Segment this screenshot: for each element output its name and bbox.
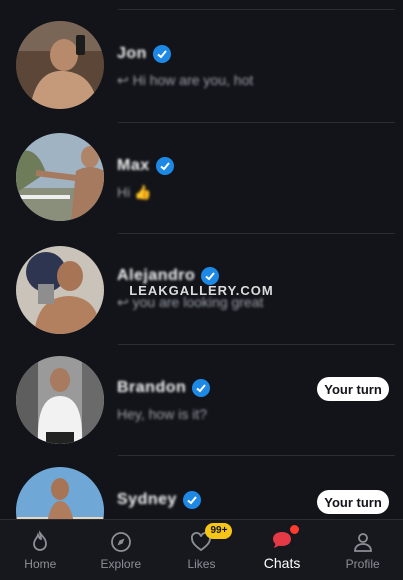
notification-dot <box>290 525 300 534</box>
avatar-photo <box>16 21 104 109</box>
compass-icon <box>110 532 131 552</box>
avatar-photo <box>16 467 104 520</box>
tab-profile[interactable]: Profile <box>322 520 403 580</box>
verified-icon <box>152 45 171 63</box>
chat-list: Jon ↩ Hi how are you, hot Max Hi 👍 Aleja… <box>0 0 403 520</box>
tab-label: Likes <box>187 557 216 571</box>
avatar[interactable] <box>16 356 104 444</box>
tab-likes[interactable]: 99+ Likes <box>161 520 242 580</box>
home-icon <box>33 530 48 551</box>
bottom-tab-bar: Home Explore 99+ Likes Chats Profile <box>0 519 403 580</box>
tab-label: Chats <box>263 555 301 571</box>
tab-explore[interactable]: Explore <box>81 520 162 580</box>
chat-name: Sydney <box>117 491 177 508</box>
avatar[interactable] <box>16 133 104 221</box>
chat-row-5[interactable]: Sydney Your turn <box>0 455 403 520</box>
likes-badge: 99+ <box>205 523 233 539</box>
avatar[interactable] <box>16 467 104 520</box>
avatar-photo <box>16 356 104 444</box>
watermark: LEAKGALLERY.COM <box>129 283 274 298</box>
your-turn-button[interactable]: Your turn <box>317 377 389 401</box>
chat-name: Max <box>117 157 150 174</box>
tab-chats[interactable]: Chats <box>242 520 323 580</box>
tab-label: Profile <box>345 557 380 571</box>
chat-row-1[interactable]: Jon ↩ Hi how are you, hot <box>0 10 403 122</box>
chat-preview: Hi 👍 <box>117 184 152 200</box>
avatar-photo <box>16 133 104 221</box>
chat-name: Jon <box>117 45 147 62</box>
tab-label: Explore <box>100 557 142 571</box>
chat-row-2[interactable]: Max Hi 👍 <box>0 122 403 234</box>
verified-icon <box>192 379 211 397</box>
chat-preview: Hey, how is it? <box>117 406 207 422</box>
chat-preview: ↩ Hi how are you, hot <box>117 72 254 88</box>
chat-name-line: Jon <box>117 45 171 63</box>
tab-label: Home <box>24 557 57 571</box>
user-icon <box>353 533 372 552</box>
your-turn-button[interactable]: Your turn <box>317 490 389 514</box>
avatar[interactable] <box>16 21 104 109</box>
chat-name: Brandon <box>117 379 187 396</box>
chat-name-line: Sydney <box>117 491 201 509</box>
tab-home[interactable]: Home <box>0 520 81 580</box>
chat-row-4[interactable]: Brandon Hey, how is it? Your turn <box>0 344 403 456</box>
chat-name-line: Brandon <box>117 379 211 397</box>
verified-icon <box>182 491 201 509</box>
verified-icon <box>155 157 174 175</box>
chat-name-line: Max <box>117 157 174 175</box>
